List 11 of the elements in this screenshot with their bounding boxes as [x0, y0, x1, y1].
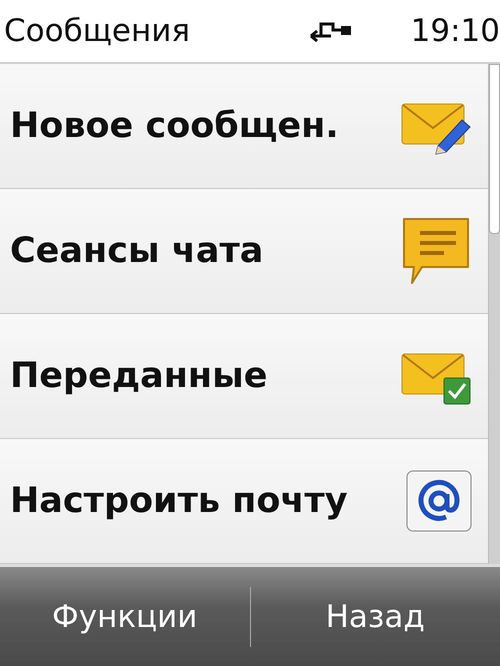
scrollbar[interactable] [488, 64, 500, 564]
screen-title: Сообщения [4, 13, 192, 50]
menu-item[interactable]: Новое сообщен. [0, 64, 488, 190]
usb-connection-icon [308, 20, 353, 42]
at-sign-icon [406, 470, 472, 532]
clock-time: 19:10 [410, 13, 500, 50]
menu-item[interactable]: Настроить почту [0, 439, 488, 564]
softkey-button[interactable]: Назад [250, 567, 500, 666]
softkey-button[interactable]: Функции [0, 567, 250, 666]
menu-item[interactable]: Переданные [0, 314, 488, 440]
menu-item[interactable]: Сеансы чата [0, 189, 488, 314]
